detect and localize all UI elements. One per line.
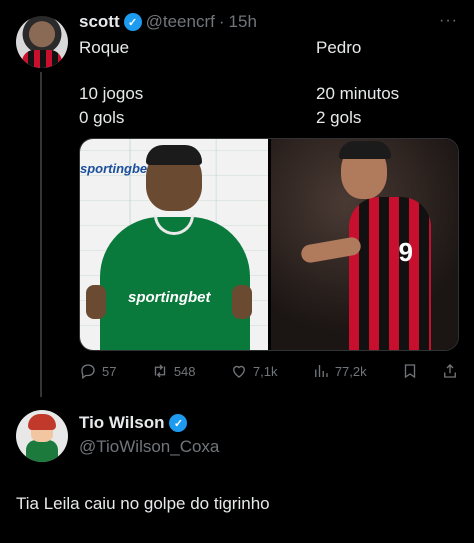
tweet1-col2-name: Pedro bbox=[316, 38, 362, 57]
tweet2-handle[interactable]: @TioWilson_Coxa bbox=[79, 437, 219, 457]
tweet2-header: Tio Wilson ✓ bbox=[79, 413, 188, 433]
thread-connector-line bbox=[40, 72, 42, 397]
avatar-shirt bbox=[22, 50, 62, 68]
reply-icon bbox=[81, 364, 95, 380]
tweet1-time[interactable]: 15h bbox=[229, 12, 257, 32]
tweet2-text: Tia Leila caiu no golpe do tigrinho bbox=[16, 494, 270, 513]
avatar-scott[interactable] bbox=[16, 16, 68, 68]
thumb-up-right bbox=[232, 285, 252, 319]
thumb-up-left bbox=[86, 285, 106, 319]
shirt-number: 9 bbox=[398, 237, 413, 267]
tweet1-header: scott ✓ @teencrf · 15h bbox=[79, 12, 257, 32]
heart-icon bbox=[232, 365, 245, 378]
retweet-count: 548 bbox=[173, 363, 196, 379]
views-icon bbox=[314, 365, 328, 377]
reply-count: 57 bbox=[102, 363, 117, 379]
tweet1-col2-line1: 20 minutos bbox=[316, 84, 400, 103]
views-button[interactable]: 77,2k bbox=[312, 362, 367, 380]
views-count: 77,2k bbox=[334, 363, 367, 379]
avatar-hair bbox=[28, 414, 56, 430]
more-options-icon[interactable]: ··· bbox=[439, 12, 458, 30]
photo-player-striped-kit[interactable]: 9 bbox=[270, 139, 458, 350]
tweet1-media[interactable]: sportingbet sportingbet 9 bbox=[79, 138, 459, 351]
player-shirt bbox=[348, 197, 431, 350]
player-hair bbox=[338, 141, 391, 159]
tweet1-col1-name: Roque bbox=[79, 38, 130, 57]
shirt-sponsor-text: sportingbet bbox=[128, 289, 211, 306]
tweet1-col1-line1: 10 jogos bbox=[79, 84, 144, 103]
retweet-icon bbox=[154, 364, 166, 378]
tweet2-author-name[interactable]: Tio Wilson bbox=[79, 413, 164, 433]
tweet1-action-bar: 57 548 7,1k 77,2k bbox=[79, 362, 459, 380]
tweet1-handle[interactable]: @teencrf bbox=[146, 12, 215, 32]
bookmark-icon bbox=[404, 364, 416, 379]
tweet1-separator: · bbox=[218, 12, 225, 31]
retweet-button[interactable]: 548 bbox=[151, 362, 196, 380]
tweet1-col2-line2: 2 gols bbox=[316, 108, 362, 127]
backdrop-sponsor-text: sportingbet bbox=[80, 161, 152, 176]
photo-player-green-kit[interactable]: sportingbet sportingbet bbox=[80, 139, 268, 350]
avatar-tio-wilson[interactable] bbox=[16, 410, 68, 462]
avatar-body bbox=[26, 440, 58, 462]
share-button[interactable] bbox=[441, 362, 459, 380]
verified-badge-icon: ✓ bbox=[123, 13, 142, 31]
share-icon bbox=[444, 364, 456, 378]
tweet1-col1-line2: 0 gols bbox=[79, 108, 125, 127]
like-button[interactable]: 7,1k bbox=[230, 362, 278, 380]
bookmark-button[interactable] bbox=[401, 362, 419, 380]
player-hair bbox=[146, 145, 202, 165]
verified-badge-icon: ✓ bbox=[169, 414, 188, 432]
like-count: 7,1k bbox=[252, 363, 278, 379]
reply-button[interactable]: 57 bbox=[79, 362, 116, 380]
player-shirt bbox=[100, 217, 250, 350]
tweet1-author-name[interactable]: scott bbox=[79, 12, 120, 32]
